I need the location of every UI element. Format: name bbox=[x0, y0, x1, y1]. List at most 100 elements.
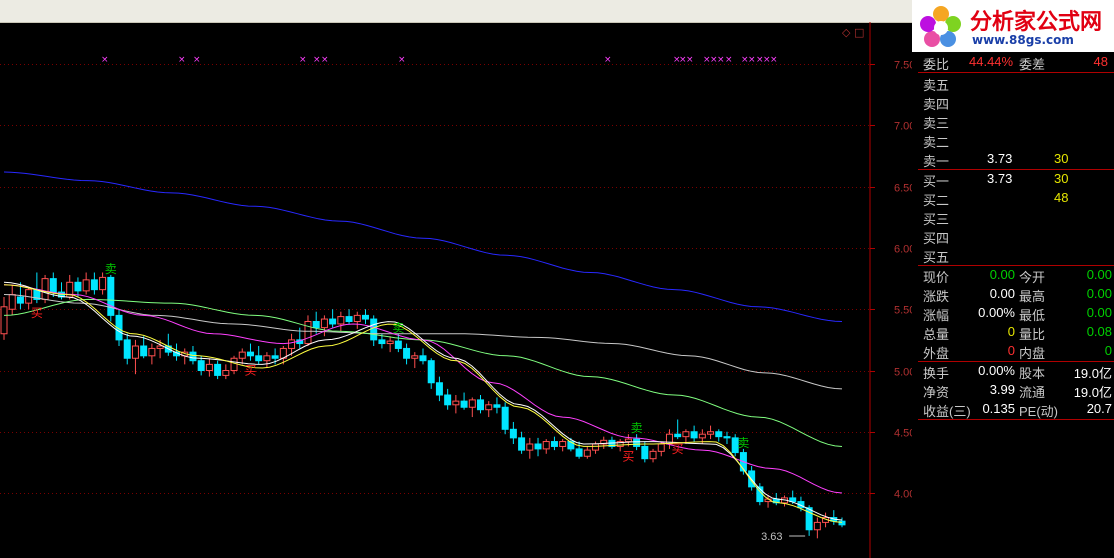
quote-row: 现价 0.00 今开 0.00 bbox=[921, 266, 1114, 285]
y-tick-label: 5.50 bbox=[894, 305, 912, 317]
bid-label: 买四 bbox=[923, 231, 950, 246]
candle-body bbox=[657, 443, 665, 452]
candle-body bbox=[460, 400, 468, 408]
candle-body bbox=[156, 345, 164, 349]
moving-average-line bbox=[3, 284, 843, 523]
kline-chart[interactable]: 7.507.006.506.005.505.004.504.00◇ □00093… bbox=[0, 22, 912, 558]
site-logo: 分析家公式网 www.88gs.com bbox=[912, 0, 1114, 52]
candle-body bbox=[386, 340, 394, 345]
ask-label: 卖四 bbox=[923, 97, 950, 112]
quote-row: 总量 0 量比 0.08 bbox=[921, 323, 1114, 342]
candle-body bbox=[214, 363, 222, 376]
candle-body bbox=[559, 441, 567, 447]
bid-label: 买五 bbox=[923, 250, 950, 265]
ask-volume: 30 bbox=[1054, 151, 1069, 166]
ask-row: 卖一 3.73 30 bbox=[921, 150, 1114, 169]
candle-body bbox=[715, 431, 723, 438]
fund-value: 20.7 bbox=[1086, 401, 1112, 416]
quote-label: 最低 bbox=[1019, 308, 1046, 323]
ask-row: 卖三 bbox=[921, 112, 1114, 131]
signal-marker: × bbox=[313, 55, 321, 65]
candle-body bbox=[131, 345, 139, 359]
fund-label: 股本 bbox=[1019, 366, 1046, 381]
candle-body bbox=[427, 360, 435, 384]
candle-body bbox=[271, 355, 279, 359]
fund-label: 流通 bbox=[1019, 385, 1046, 400]
bid-volume: 30 bbox=[1054, 171, 1069, 186]
candle-body bbox=[107, 276, 115, 316]
candle-body bbox=[419, 355, 427, 362]
candle-body bbox=[205, 363, 213, 371]
quote-value: 0 bbox=[1104, 343, 1112, 358]
candle-body bbox=[82, 279, 90, 292]
candle-body bbox=[329, 318, 337, 325]
bid-volume: 48 bbox=[1054, 190, 1069, 205]
candle-body bbox=[526, 443, 534, 451]
moving-average-line bbox=[3, 281, 843, 521]
panel-divider bbox=[918, 72, 1114, 73]
candle-body bbox=[723, 436, 731, 439]
candle-body bbox=[8, 294, 16, 310]
signal-label: 买 bbox=[31, 306, 43, 320]
ask-row: 卖五 bbox=[921, 74, 1114, 93]
signal-marker: × bbox=[321, 55, 329, 65]
low-marker-label: 3.63 bbox=[761, 531, 782, 543]
y-tick-label: 6.50 bbox=[894, 183, 912, 195]
weibi-row: 委比 44.44% 委差 48 bbox=[921, 53, 1114, 72]
candle-body bbox=[435, 382, 443, 396]
ask-label: 卖五 bbox=[923, 78, 950, 93]
candle-body bbox=[288, 339, 296, 349]
signal-label: 卖 bbox=[105, 262, 117, 276]
logo-url: www.88gs.com bbox=[972, 33, 1074, 47]
fund-value: 19.0亿 bbox=[1073, 366, 1112, 381]
y-tick-label: 7.00 bbox=[894, 121, 912, 133]
bid-label: 买三 bbox=[923, 212, 950, 227]
ask-label: 卖二 bbox=[923, 135, 950, 150]
quote-label: 最高 bbox=[1019, 289, 1046, 304]
moving-average-line bbox=[3, 284, 843, 494]
signal-marker: × bbox=[299, 55, 307, 65]
quote-value: 0.08 bbox=[1086, 324, 1112, 339]
candle-body bbox=[222, 370, 230, 376]
quote-value: 0.00 bbox=[1086, 267, 1112, 282]
candle-body bbox=[378, 339, 386, 345]
signal-marker: × bbox=[398, 55, 406, 65]
weibi-value: 44.44% bbox=[969, 54, 1014, 69]
signal-marker: × bbox=[178, 55, 186, 65]
fund-label: 净资 bbox=[923, 385, 950, 400]
candle-body bbox=[411, 355, 419, 359]
candle-body bbox=[0, 306, 8, 335]
signal-label: 买 bbox=[244, 364, 256, 378]
signal-marker: × bbox=[101, 55, 109, 65]
signal-marker: × bbox=[604, 55, 612, 65]
ask-label: 卖一 bbox=[923, 154, 950, 169]
candle-body bbox=[238, 351, 246, 359]
quote-value: 0.00 bbox=[1086, 305, 1112, 320]
bid-price: 3.73 bbox=[987, 171, 1013, 186]
quote-value: 0.00 bbox=[989, 267, 1015, 282]
signal-marker: × bbox=[748, 55, 756, 65]
chart-zoom-control[interactable]: ◇ □ bbox=[842, 26, 864, 39]
candle-body bbox=[16, 296, 24, 304]
candle-body bbox=[583, 449, 591, 457]
candle-body bbox=[403, 347, 411, 359]
candle-body bbox=[542, 441, 550, 450]
candle-body bbox=[263, 355, 271, 362]
candle-body bbox=[485, 404, 493, 411]
candle-body bbox=[682, 431, 690, 438]
quote-value: 0.00 bbox=[1086, 286, 1112, 301]
candle-body bbox=[813, 521, 821, 531]
quote-panel: 委比 44.44% 委差 48 卖五 卖四 卖三 卖二 卖一 3.73 30 买一 3.73 30 买二 48… bbox=[918, 52, 1114, 558]
candle-body bbox=[320, 318, 328, 329]
logo-name: 分析家公式网 bbox=[970, 10, 1103, 35]
fundamental-row: 收益(三) 0.135 PE(动) 20.7 bbox=[921, 400, 1114, 419]
quote-label: 涨幅 bbox=[923, 308, 950, 323]
candle-body bbox=[534, 443, 542, 450]
weicha-value: 48 bbox=[1093, 54, 1108, 69]
candle-body bbox=[493, 404, 501, 408]
ask-row: 卖二 bbox=[921, 131, 1114, 150]
quote-row: 外盘 0 内盘 0 bbox=[921, 342, 1114, 361]
candle-body bbox=[698, 433, 706, 439]
signal-marker: × bbox=[193, 55, 201, 65]
candle-body bbox=[370, 318, 378, 341]
